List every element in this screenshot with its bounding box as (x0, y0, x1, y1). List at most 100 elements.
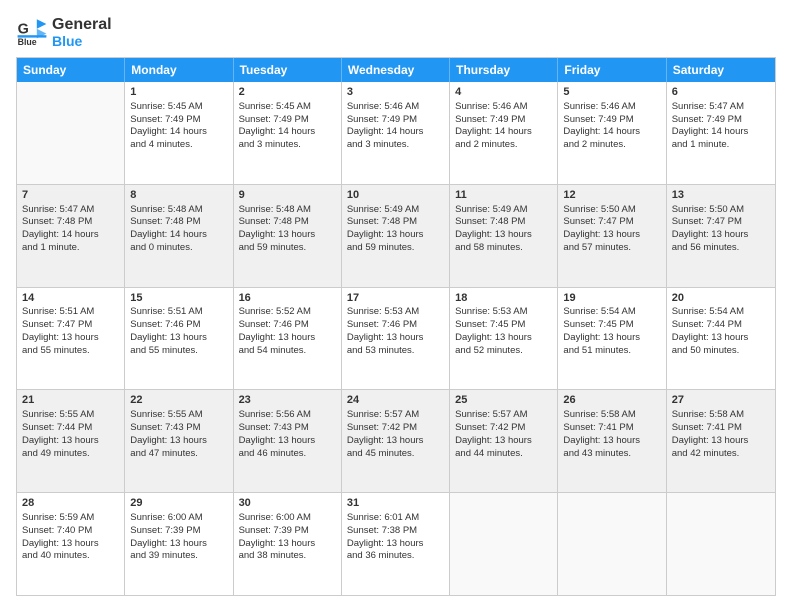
calendar-header: SundayMondayTuesdayWednesdayThursdayFrid… (17, 58, 775, 82)
day-info: and 44 minutes. (455, 448, 552, 461)
day-info: Daylight: 13 hours (239, 332, 336, 345)
day-info: Sunset: 7:44 PM (672, 319, 770, 332)
calendar-cell: 2Sunrise: 5:45 AMSunset: 7:49 PMDaylight… (234, 82, 342, 184)
day-number: 2 (239, 85, 336, 100)
day-number: 8 (130, 188, 227, 203)
calendar-cell: 12Sunrise: 5:50 AMSunset: 7:47 PMDayligh… (558, 185, 666, 287)
day-info: Daylight: 14 hours (239, 126, 336, 139)
day-info: Daylight: 13 hours (563, 435, 660, 448)
day-info: and 55 minutes. (130, 345, 227, 358)
day-info: Sunset: 7:45 PM (563, 319, 660, 332)
day-info: Sunrise: 5:51 AM (22, 306, 119, 319)
day-number: 3 (347, 85, 444, 100)
day-info: and 55 minutes. (22, 345, 119, 358)
day-info: Daylight: 13 hours (239, 538, 336, 551)
day-info: Daylight: 14 hours (347, 126, 444, 139)
day-info: Sunset: 7:43 PM (130, 422, 227, 435)
day-info: Sunset: 7:43 PM (239, 422, 336, 435)
day-info: Daylight: 14 hours (130, 126, 227, 139)
day-info: Sunrise: 5:54 AM (563, 306, 660, 319)
day-info: and 38 minutes. (239, 550, 336, 563)
calendar-row-1: 1Sunrise: 5:45 AMSunset: 7:49 PMDaylight… (17, 82, 775, 185)
day-number: 28 (22, 496, 119, 511)
day-info: Daylight: 13 hours (347, 538, 444, 551)
day-info: Sunset: 7:39 PM (239, 525, 336, 538)
day-info: Sunrise: 5:50 AM (672, 204, 770, 217)
day-number: 23 (239, 393, 336, 408)
day-number: 7 (22, 188, 119, 203)
day-info: and 3 minutes. (239, 139, 336, 152)
day-number: 15 (130, 291, 227, 306)
day-info: and 43 minutes. (563, 448, 660, 461)
day-info: Sunset: 7:49 PM (455, 114, 552, 127)
day-info: and 39 minutes. (130, 550, 227, 563)
day-info: Sunrise: 5:53 AM (347, 306, 444, 319)
day-info: Sunrise: 5:47 AM (672, 101, 770, 114)
day-info: and 2 minutes. (563, 139, 660, 152)
day-info: Sunset: 7:41 PM (563, 422, 660, 435)
day-number: 16 (239, 291, 336, 306)
day-info: Sunrise: 5:55 AM (130, 409, 227, 422)
day-info: Sunrise: 5:45 AM (130, 101, 227, 114)
day-info: Sunset: 7:48 PM (130, 216, 227, 229)
logo: G Blue General Blue (16, 16, 112, 49)
day-info: Daylight: 13 hours (347, 332, 444, 345)
day-info: Daylight: 13 hours (130, 538, 227, 551)
day-info: Sunset: 7:39 PM (130, 525, 227, 538)
day-number: 13 (672, 188, 770, 203)
header-day-sunday: Sunday (17, 58, 125, 82)
day-number: 26 (563, 393, 660, 408)
header-day-friday: Friday (558, 58, 666, 82)
day-info: Sunset: 7:41 PM (672, 422, 770, 435)
day-info: Sunrise: 5:45 AM (239, 101, 336, 114)
day-number: 12 (563, 188, 660, 203)
day-info: Daylight: 13 hours (563, 332, 660, 345)
day-info: and 47 minutes. (130, 448, 227, 461)
day-number: 19 (563, 291, 660, 306)
calendar-cell (558, 493, 666, 595)
header-day-wednesday: Wednesday (342, 58, 450, 82)
day-info: Daylight: 13 hours (22, 435, 119, 448)
day-info: and 51 minutes. (563, 345, 660, 358)
day-info: Sunset: 7:49 PM (239, 114, 336, 127)
calendar-row-4: 21Sunrise: 5:55 AMSunset: 7:44 PMDayligh… (17, 390, 775, 493)
day-info: Daylight: 13 hours (130, 435, 227, 448)
day-info: Sunrise: 5:57 AM (347, 409, 444, 422)
day-info: Sunset: 7:46 PM (130, 319, 227, 332)
calendar-cell: 31Sunrise: 6:01 AMSunset: 7:38 PMDayligh… (342, 493, 450, 595)
day-info: Sunset: 7:42 PM (455, 422, 552, 435)
day-info: Sunrise: 5:55 AM (22, 409, 119, 422)
day-info: Sunset: 7:49 PM (347, 114, 444, 127)
header-day-thursday: Thursday (450, 58, 558, 82)
calendar-cell (450, 493, 558, 595)
day-info: and 1 minute. (672, 139, 770, 152)
day-info: Sunset: 7:42 PM (347, 422, 444, 435)
day-info: Sunrise: 5:59 AM (22, 512, 119, 525)
calendar-cell: 27Sunrise: 5:58 AMSunset: 7:41 PMDayligh… (667, 390, 775, 492)
day-info: and 1 minute. (22, 242, 119, 255)
day-info: Daylight: 13 hours (672, 332, 770, 345)
day-info: Sunrise: 5:49 AM (455, 204, 552, 217)
day-number: 1 (130, 85, 227, 100)
day-info: Sunset: 7:48 PM (455, 216, 552, 229)
day-number: 20 (672, 291, 770, 306)
day-info: and 3 minutes. (347, 139, 444, 152)
day-info: Sunset: 7:38 PM (347, 525, 444, 538)
day-info: Daylight: 13 hours (239, 435, 336, 448)
day-number: 31 (347, 496, 444, 511)
calendar-cell: 26Sunrise: 5:58 AMSunset: 7:41 PMDayligh… (558, 390, 666, 492)
calendar-cell: 21Sunrise: 5:55 AMSunset: 7:44 PMDayligh… (17, 390, 125, 492)
header-day-monday: Monday (125, 58, 233, 82)
day-info: Daylight: 14 hours (130, 229, 227, 242)
calendar-cell: 5Sunrise: 5:46 AMSunset: 7:49 PMDaylight… (558, 82, 666, 184)
day-info: Daylight: 13 hours (239, 229, 336, 242)
day-info: Daylight: 13 hours (22, 538, 119, 551)
day-info: Sunrise: 5:50 AM (563, 204, 660, 217)
day-info: and 50 minutes. (672, 345, 770, 358)
day-info: Sunset: 7:49 PM (563, 114, 660, 127)
header: G Blue General Blue (16, 16, 776, 49)
calendar-cell: 14Sunrise: 5:51 AMSunset: 7:47 PMDayligh… (17, 288, 125, 390)
day-info: and 54 minutes. (239, 345, 336, 358)
calendar-cell: 16Sunrise: 5:52 AMSunset: 7:46 PMDayligh… (234, 288, 342, 390)
calendar-cell: 7Sunrise: 5:47 AMSunset: 7:48 PMDaylight… (17, 185, 125, 287)
